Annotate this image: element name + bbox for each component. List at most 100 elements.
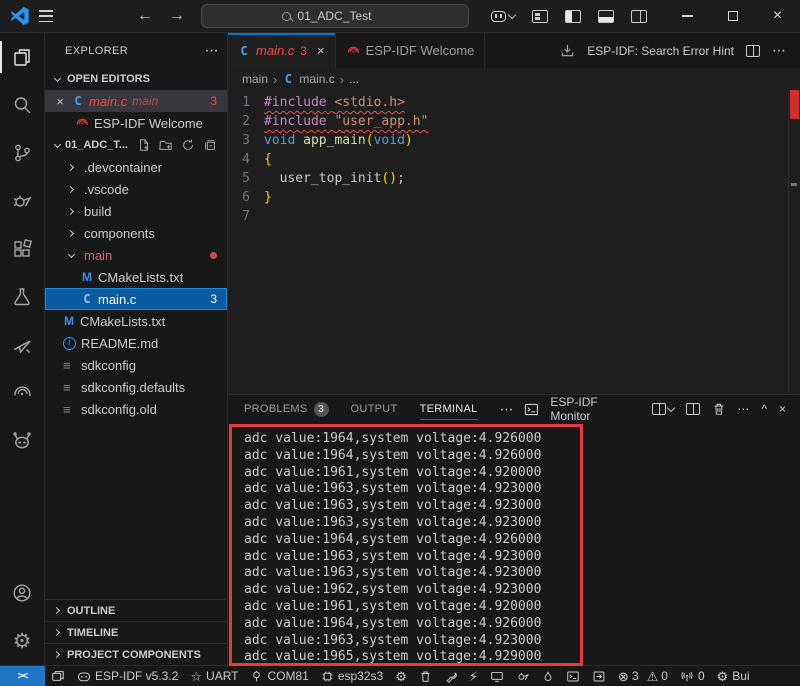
remote-indicator[interactable]: >< — [0, 666, 45, 686]
activity-source-control[interactable] — [0, 129, 45, 177]
menu-icon[interactable] — [39, 10, 53, 22]
download-icon[interactable] — [560, 43, 575, 58]
activity-testing[interactable] — [0, 273, 45, 321]
tab-label: main.c — [256, 43, 294, 58]
launch-profile-button[interactable] — [652, 403, 674, 415]
tab-terminal[interactable]: TERMINAL — [420, 395, 478, 423]
debug-device-button[interactable] — [510, 666, 536, 686]
tree-item-cmakelists-root[interactable]: M CMakeLists.txt — [45, 310, 227, 332]
maximize-button[interactable] — [710, 0, 755, 33]
custom-task-button[interactable] — [586, 666, 612, 686]
copilot-button[interactable] — [491, 11, 515, 22]
panel-tabs-more-icon[interactable]: ⋯ — [500, 401, 514, 418]
gear-icon: ⚙ — [395, 670, 407, 683]
account-button[interactable] — [0, 569, 45, 617]
breadcrumb-folder[interactable]: main — [242, 72, 268, 86]
open-editor-welcome[interactable]: ESP-IDF Welcome — [45, 112, 227, 134]
close-icon[interactable]: × — [53, 94, 67, 109]
tree-item-build[interactable]: build — [45, 200, 227, 222]
full-clean-button[interactable] — [413, 666, 438, 686]
outline-section[interactable]: OUTLINE — [45, 599, 227, 621]
activity-search[interactable] — [0, 81, 45, 129]
code-editor[interactable]: 1#include <stdio.h>2#include "user_app.h… — [228, 90, 800, 394]
panel-more-icon[interactable]: ⋯ — [737, 402, 749, 416]
build-flash-monitor-button[interactable] — [536, 666, 560, 686]
tree-item-cmakelists-main[interactable]: M CMakeLists.txt — [45, 266, 227, 288]
breadcrumb-file[interactable]: main.c — [299, 72, 334, 86]
collapse-all-icon[interactable] — [203, 138, 217, 152]
toggle-secondary-sidebar-button[interactable] — [631, 10, 647, 23]
flash-method-button[interactable]: ☆ UART — [184, 666, 244, 686]
command-center-search[interactable] — [201, 4, 469, 28]
tree-item-components[interactable]: components — [45, 222, 227, 244]
copilot-icon — [491, 11, 506, 22]
menuconfig-button[interactable]: ⚙ — [389, 666, 413, 686]
line-number: 6 — [228, 188, 264, 207]
forward-button[interactable]: → — [169, 7, 185, 25]
settings-button[interactable]: ⚙ — [0, 617, 45, 665]
search-input[interactable] — [297, 9, 387, 23]
search-error-hint-button[interactable]: ESP-IDF: Search Error Hint — [587, 44, 734, 58]
tab-problems[interactable]: PROBLEMS 3 — [244, 395, 329, 423]
tab-espidf-welcome[interactable]: ESP-IDF Welcome — [336, 33, 486, 68]
serial-port-button[interactable]: COM81 — [244, 666, 314, 686]
back-button[interactable]: ← — [137, 7, 153, 25]
timeline-section[interactable]: TIMELINE — [45, 621, 227, 643]
cmake-file-icon: M — [81, 270, 93, 284]
new-folder-icon[interactable] — [159, 138, 173, 152]
close-tab-icon[interactable]: × — [317, 43, 325, 58]
minimize-button[interactable] — [665, 0, 710, 33]
espidf-version-button[interactable]: ESP-IDF v5.3.2 — [71, 666, 184, 686]
tree-item-main-c[interactable]: C main.c 3 — [45, 288, 227, 310]
problems-button[interactable]: ⊗ 3 ⚠ 0 — [612, 666, 674, 686]
activity-esp-idf[interactable] — [0, 369, 45, 417]
activity-explorer[interactable] — [0, 33, 45, 81]
overview-ruler[interactable] — [788, 90, 800, 394]
open-editors-header[interactable]: OPEN EDITORS — [45, 68, 227, 90]
tree-item-main-folder[interactable]: main — [45, 244, 227, 266]
monitor-button[interactable] — [484, 666, 510, 686]
terminal-tab-name[interactable]: ESP-IDF Monitor — [550, 395, 639, 423]
close-panel-icon[interactable]: × — [779, 402, 786, 416]
build-status-button[interactable]: ⚙ Bui — [711, 666, 756, 686]
project-window-button[interactable] — [45, 666, 71, 686]
split-terminal-icon[interactable] — [686, 403, 700, 415]
maximize-panel-icon[interactable]: ^ — [761, 402, 767, 416]
project-folder-header[interactable]: 01_ADC_T... — [45, 134, 227, 156]
tree-item-readme[interactable]: i README.md — [45, 332, 227, 354]
refresh-icon[interactable] — [181, 138, 195, 152]
activity-extensions[interactable] — [0, 225, 45, 273]
activity-run-debug[interactable] — [0, 177, 45, 225]
breadcrumb-symbol[interactable]: ... — [349, 72, 359, 86]
customize-layout-button[interactable] — [532, 10, 548, 23]
tree-item-devcontainer[interactable]: .devcontainer — [45, 156, 227, 178]
tree-item-sdkconfig-defaults[interactable]: ≡ sdkconfig.defaults — [45, 376, 227, 398]
open-editor-main-c[interactable]: × C main.c main 3 — [45, 90, 227, 112]
tree-item-sdkconfig-old[interactable]: ≡ sdkconfig.old — [45, 398, 227, 420]
tab-main-c[interactable]: C main.c 3 × — [228, 33, 336, 68]
tree-item-vscode[interactable]: .vscode — [45, 178, 227, 200]
account-icon — [11, 582, 33, 604]
tab-output[interactable]: OUTPUT — [351, 395, 398, 423]
project-components-section[interactable]: PROJECT COMPONENTS — [45, 643, 227, 665]
toggle-sidebar-button[interactable] — [565, 10, 581, 23]
activity-device-assistant[interactable] — [0, 417, 45, 465]
toggle-panel-button[interactable] — [598, 10, 614, 23]
open-editors-label: OPEN EDITORS — [67, 73, 150, 85]
new-file-icon[interactable] — [137, 138, 151, 152]
build-button[interactable] — [438, 666, 463, 686]
chevron-down-icon — [49, 137, 65, 153]
close-window-button[interactable]: × — [755, 0, 800, 33]
breadcrumb[interactable]: main › C main.c › ... — [228, 68, 800, 90]
kill-terminal-icon[interactable] — [712, 402, 726, 416]
activity-espressif-tools[interactable] — [0, 321, 45, 369]
split-editor-icon[interactable] — [746, 45, 760, 57]
editor-more-icon[interactable]: ⋯ — [772, 42, 786, 59]
flash-button[interactable]: ⚡ — [463, 666, 484, 686]
device-target-button[interactable]: esp32s3 — [315, 666, 389, 686]
tree-item-sdkconfig[interactable]: ≡ sdkconfig — [45, 354, 227, 376]
ports-button[interactable]: 0 — [674, 666, 711, 686]
terminal-output[interactable]: adc value:1964,system voltage:4.926000ad… — [228, 423, 800, 665]
terminal-button[interactable] — [560, 666, 586, 686]
sidebar-more-icon[interactable]: ⋯ — [205, 42, 219, 59]
